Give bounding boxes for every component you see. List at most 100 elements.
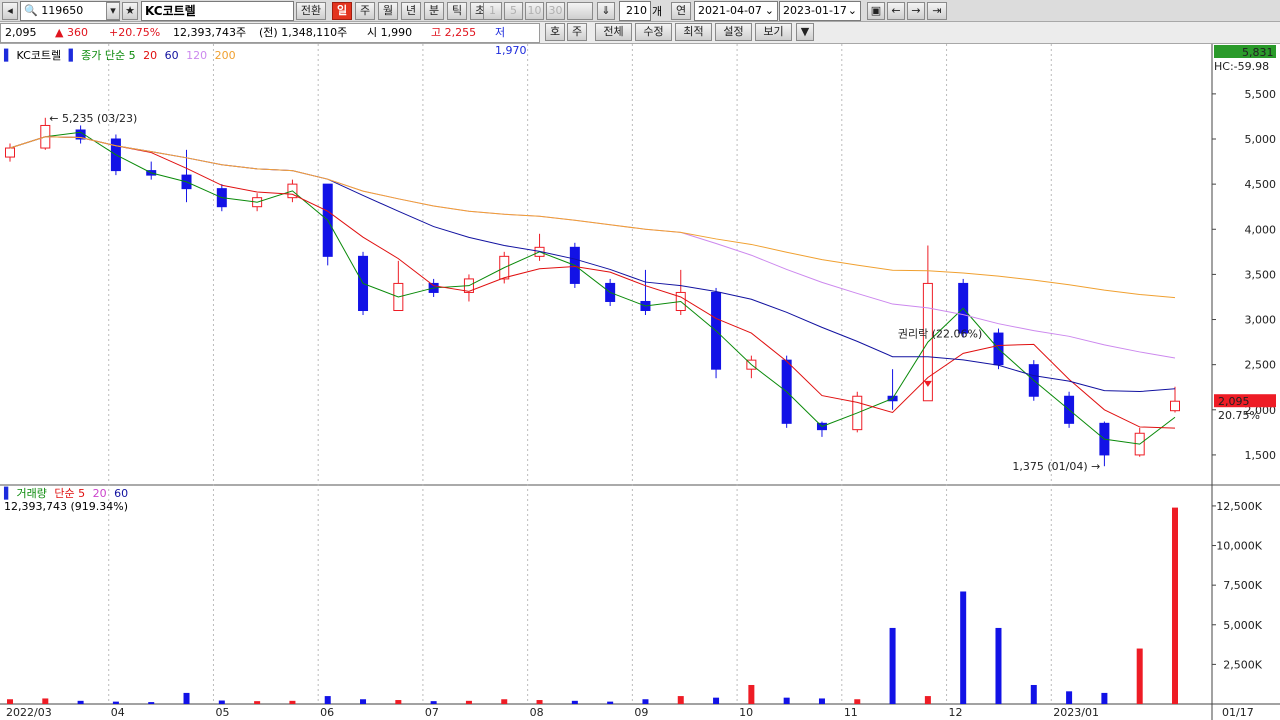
volume-bar — [112, 701, 119, 704]
volume-legend: ▌ 거래량 단순 5 20 60 — [4, 485, 132, 501]
period-button[interactable]: 틱 — [447, 2, 467, 20]
low-annotation: 1,375 (01/04) → — [1012, 460, 1100, 473]
legend-vol-ma60: 60 — [114, 487, 129, 500]
ma120-line — [9, 136, 1176, 359]
hc-value-label: HC:-59.98 — [1214, 60, 1269, 73]
interval-button[interactable]: 10 — [525, 2, 544, 20]
candle-body — [1170, 400, 1180, 412]
save-icon[interactable]: ▣ — [867, 2, 885, 20]
down-arrow-icon[interactable]: ⇓ — [597, 2, 615, 20]
volume-bar — [642, 699, 649, 704]
legend-marker: ▌ — [68, 49, 78, 62]
scroll-end-icon[interactable]: ⇥ — [927, 2, 947, 20]
code-dropdown-icon[interactable]: ▾ — [106, 2, 120, 20]
favorite-star-icon[interactable]: ★ — [122, 2, 138, 20]
volume-bar — [1136, 648, 1143, 704]
legend-ma60: 60 — [164, 49, 179, 62]
legend-vol-ma-label: 단순 5 — [54, 487, 86, 500]
start-date-value: 2021-04-07 — [698, 4, 762, 17]
legend-ma120: 120 — [186, 49, 208, 62]
volume-bar — [501, 699, 508, 704]
period-button[interactable]: 일 — [332, 2, 352, 20]
stock-chart[interactable]: 5,5005,0004,5004,0003,5003,0002,5002,000… — [0, 44, 1280, 720]
volume-bar — [607, 701, 614, 704]
volume-bar — [148, 702, 155, 704]
price-tick-label: 3,500 — [1245, 268, 1277, 281]
volume-bar — [1030, 684, 1037, 704]
scroll-right-icon[interactable]: → — [907, 2, 925, 20]
price-legend: ▌ KC코트렐 ▌ 종가 단순 5 20 60 120 200 — [4, 47, 240, 63]
legend-marker: ▌ — [4, 487, 13, 500]
date-label: 12 — [949, 706, 963, 719]
convert-button[interactable]: 전환 — [296, 2, 326, 20]
prev-volume-text: (전) 1,348,110주 — [259, 26, 348, 39]
price-tick-label: 4,000 — [1245, 223, 1277, 236]
price-tick-label: 4,500 — [1245, 178, 1277, 191]
volume-bar — [42, 698, 49, 704]
blank-button[interactable] — [567, 2, 593, 20]
quote-button[interactable]: 호 — [545, 23, 565, 41]
interval-button[interactable]: 1 — [483, 2, 502, 20]
filter-icon[interactable]: ▼ — [796, 23, 814, 41]
main-toolbar: ◂ 🔍 119650 ▾ ★ KC코트렐 전환 일주월년분틱초 1 5 10 30 ⇓… — [0, 0, 1280, 22]
price-change: ▲ 360 — [55, 26, 88, 39]
legend-stock-name: KC코트렐 — [16, 49, 62, 62]
volume-bar — [889, 627, 896, 704]
date-label: 08 — [530, 706, 544, 719]
high-annotation: ← 5,235 (03/23) — [49, 112, 137, 125]
period-button[interactable]: 주 — [355, 2, 375, 20]
price-tick-label: 5,500 — [1245, 88, 1277, 101]
quote-bar: 2,095 ▲ 360 +20.75% 12,393,743주 (전) 1,34… — [0, 23, 540, 57]
menu-arrow-icon[interactable]: ◂ — [2, 2, 18, 20]
date-label: 05 — [215, 706, 229, 719]
period-button[interactable]: 월 — [378, 2, 398, 20]
volume-bar — [289, 700, 296, 704]
volume-bar — [1101, 692, 1108, 704]
chart-menu-button[interactable]: 최적 — [675, 23, 712, 41]
volume-bar — [430, 701, 437, 704]
chart-menu-button[interactable]: 보기 — [755, 23, 792, 41]
volume-value: 12,393,743 (919.34%) — [4, 500, 129, 513]
volume-bar — [183, 692, 190, 704]
price-tick-label: 3,000 — [1245, 314, 1277, 327]
scroll-left-icon[interactable]: ← — [887, 2, 905, 20]
interval-button[interactable]: 30 — [546, 2, 565, 20]
period-button[interactable]: 년 — [401, 2, 421, 20]
volume-bar — [465, 700, 472, 704]
date-label: 07 — [425, 706, 439, 719]
volume-bar — [7, 699, 13, 704]
volume-bar — [1066, 691, 1073, 704]
period-button[interactable]: 분 — [424, 2, 444, 20]
date-label: 2022/03 — [6, 706, 52, 719]
date-label: 10 — [739, 706, 753, 719]
volume-bar — [324, 696, 331, 704]
chart-menu-button[interactable]: 설정 — [715, 23, 752, 41]
date-label: 01/17 — [1222, 706, 1254, 719]
volume-bar — [254, 701, 261, 704]
volume-tick-label: 5,000K — [1223, 619, 1262, 632]
chart-menu-button[interactable]: 전체 — [595, 23, 632, 41]
chart-menu-button[interactable]: 수정 — [635, 23, 672, 41]
volume-bar — [960, 591, 967, 704]
legend-vol-ma20: 20 — [92, 487, 107, 500]
count-field[interactable]: 210 — [619, 1, 651, 21]
current-price: 2,095 — [5, 26, 37, 39]
volume-bar — [783, 697, 790, 704]
end-date-field[interactable]: 2023-01-17 ⌄ — [779, 1, 861, 21]
price-tick-label: 1,500 — [1245, 449, 1277, 462]
top-value-label: 5,831 — [1242, 46, 1274, 59]
stock-name-field[interactable]: KC코트렐 — [141, 1, 294, 21]
volume-bar — [818, 698, 825, 704]
code-field[interactable]: 🔍 119650 — [20, 1, 120, 21]
date-mode-button[interactable]: 연 — [671, 2, 691, 20]
high-price: 고 2,255 — [431, 26, 477, 39]
date-label: 09 — [634, 706, 648, 719]
chart-area: 5,500 5,000 4,500 4,000 3,500 3,000 2,500 2,000… — [0, 44, 1280, 720]
start-date-field[interactable]: 2021-04-07 ⌄ — [694, 1, 778, 21]
interval-button[interactable]: 5 — [504, 2, 523, 20]
volume-bar — [995, 627, 1002, 704]
volume-bar — [571, 700, 578, 704]
stock-button[interactable]: 주 — [567, 23, 587, 41]
volume-bar — [713, 697, 720, 704]
volume-tick-label: 7,500K — [1223, 579, 1262, 592]
